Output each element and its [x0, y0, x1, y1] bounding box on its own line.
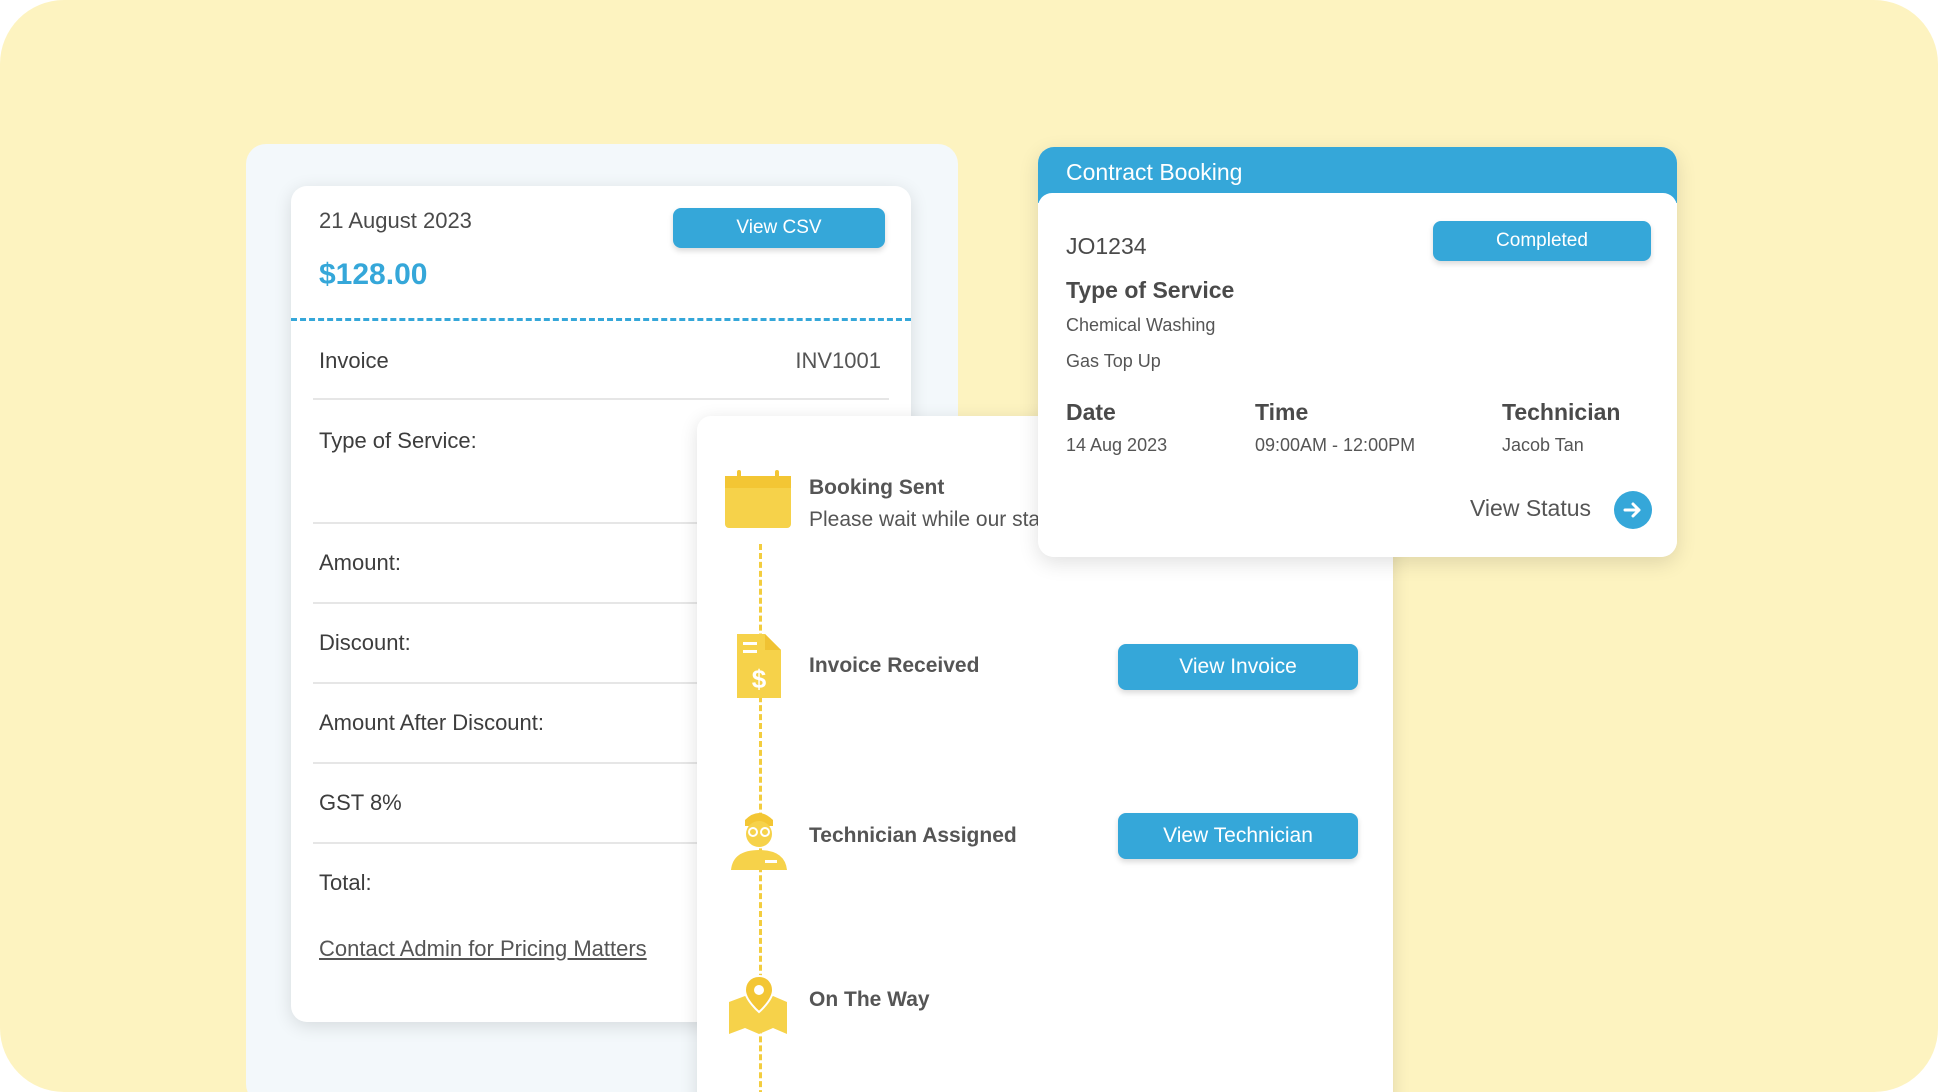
date-heading: Date: [1066, 399, 1116, 425]
contact-admin-link[interactable]: Contact Admin for Pricing Matters: [319, 936, 647, 962]
background-stage: 21 August 2023 $128.00 View CSV Invoice …: [0, 0, 1938, 1092]
row-label: Amount After Discount:: [319, 710, 544, 735]
service-item: Gas Top Up: [1066, 351, 1161, 371]
step-booking-sent-description: Please wait while our sta: [809, 508, 1041, 531]
contract-body: JO1234 Completed Type of Service Chemica…: [1038, 193, 1677, 557]
calendar-icon: [725, 466, 793, 534]
technician-icon: [725, 804, 793, 872]
svg-text:$: $: [752, 664, 767, 694]
step-on-the-way-title: On The Way: [809, 988, 930, 1011]
map-pin-icon: [725, 972, 793, 1040]
row-label: Discount:: [319, 630, 411, 655]
step-technician-assigned-title: Technician Assigned: [809, 824, 1017, 847]
arrow-right-icon[interactable]: [1614, 491, 1652, 529]
row-label: GST 8%: [319, 790, 402, 815]
contract-title: Contract Booking: [1066, 159, 1243, 185]
contract-booking-card: Contract Booking JO1234 Completed Type o…: [1038, 147, 1677, 557]
view-invoice-button[interactable]: View Invoice: [1118, 644, 1358, 690]
row-label: Type of Service:: [319, 428, 477, 453]
technician-heading: Technician: [1502, 399, 1621, 425]
row-label: Invoice: [319, 348, 389, 373]
invoice-row-invoice: Invoice INV1001: [313, 318, 889, 400]
service-heading: Type of Service: [1066, 277, 1235, 303]
row-value: INV1001: [795, 348, 881, 373]
status-badge-button[interactable]: Completed: [1433, 221, 1651, 261]
technician-value: Jacob Tan: [1502, 435, 1584, 455]
view-technician-button[interactable]: View Technician: [1118, 813, 1358, 859]
invoice-dollar-icon: $: [725, 632, 793, 700]
service-item: Chemical Washing: [1066, 315, 1216, 335]
time-heading: Time: [1255, 399, 1309, 425]
date-value: 14 Aug 2023: [1066, 435, 1168, 455]
row-label: Amount:: [319, 550, 401, 575]
job-id: JO1234: [1066, 233, 1147, 259]
row-label: Total:: [319, 870, 372, 895]
time-value: 09:00AM - 12:00PM: [1255, 435, 1416, 455]
step-booking-sent-title: Booking Sent: [809, 476, 945, 499]
invoice-date: 21 August 2023: [319, 208, 472, 233]
invoice-amount: $128.00: [319, 258, 428, 291]
view-csv-button[interactable]: View CSV: [673, 208, 885, 248]
step-invoice-received-title: Invoice Received: [809, 654, 980, 677]
view-status-link[interactable]: View Status: [1470, 495, 1591, 522]
